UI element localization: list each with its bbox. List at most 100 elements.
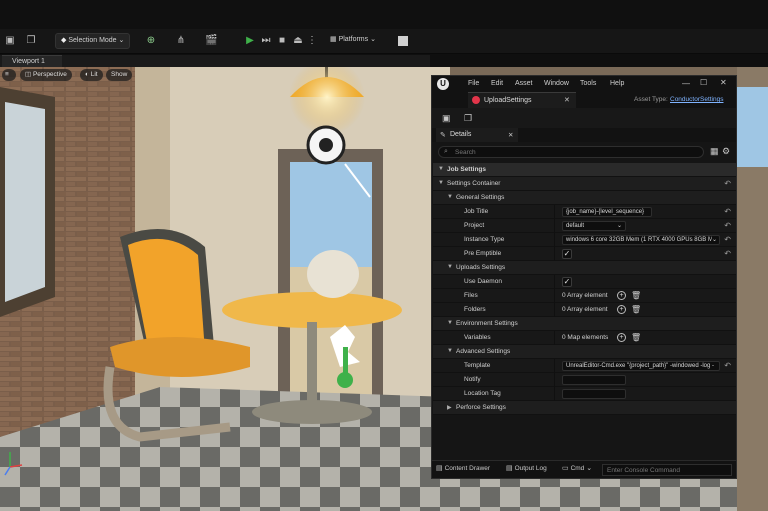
reset-icon[interactable]: ↶	[724, 361, 731, 370]
column-divider	[554, 205, 555, 219]
show-label: Show	[111, 71, 128, 78]
play-icon[interactable]: ▶	[244, 35, 256, 47]
use-daemon-row: Use Daemon ✓	[433, 275, 736, 289]
template-field[interactable]: UnrealEditor-Cmd.exe "{project_path}" -w…	[562, 361, 720, 371]
perspective-button[interactable]: ◫ Perspective	[20, 69, 72, 81]
settings-container-row[interactable]: ▼ Settings Container ↶	[433, 177, 736, 191]
project-dropdown[interactable]: default ⌄	[562, 221, 626, 231]
platforms-dropdown[interactable]: ▦ Platforms ⌄	[325, 33, 385, 49]
reset-icon[interactable]: ↶	[724, 235, 731, 244]
status-bar: ▤ Content Drawer ▤ Output Log ▭ Cmd ⌄ En…	[432, 460, 736, 478]
location-tag-label: Location Tag	[464, 390, 501, 397]
pre-emptible-checkbox[interactable]: ✓	[562, 249, 572, 259]
maximize-icon[interactable]: ☐	[700, 78, 707, 87]
notify-row: Notify	[433, 373, 736, 387]
menu-asset[interactable]: Asset	[515, 80, 533, 87]
terminal-icon: ▭	[562, 465, 571, 472]
cmd-dropdown[interactable]: ▭ Cmd ⌄	[562, 464, 592, 476]
reset-icon[interactable]: ↶	[724, 221, 731, 230]
content-icon[interactable]: ❐	[25, 35, 37, 47]
add-actor-icon[interactable]: ⊕	[145, 35, 157, 47]
menu-window[interactable]: Window	[544, 80, 569, 87]
column-divider	[554, 331, 555, 345]
show-button[interactable]: Show	[106, 69, 133, 81]
checkmark-icon: ✓	[563, 277, 571, 286]
checkmark-icon: ✓	[563, 249, 571, 258]
notify-field[interactable]	[562, 375, 626, 385]
instance-type-dropdown[interactable]: windows 6 core 32GB Mem (1 RTX 4000 GPUs…	[562, 235, 720, 245]
reset-icon[interactable]: ↶	[724, 207, 731, 216]
menu-help[interactable]: Help	[610, 80, 624, 87]
details-tab[interactable]: ✎ Details ✕	[436, 128, 518, 142]
environment-settings-row[interactable]: ▼ Environment Settings	[433, 317, 736, 331]
content-drawer-button[interactable]: ▤ Content Drawer	[436, 464, 490, 476]
viewport-tab[interactable]: Viewport 1	[2, 55, 62, 67]
details-tab-label: Details	[450, 131, 472, 138]
viewport-menu-button[interactable]: ≡	[2, 69, 16, 81]
step-icon[interactable]: ⏭	[260, 35, 272, 47]
files-value: 0 Array element	[562, 292, 608, 299]
blueprint-icon[interactable]: ⋔	[175, 35, 187, 47]
close-window-icon[interactable]: ✕	[720, 78, 727, 87]
console-input[interactable]: Enter Console Command	[602, 464, 732, 476]
search-input[interactable]: ⌕ Search	[438, 146, 704, 158]
search-placeholder: Search	[455, 149, 476, 156]
minimize-icon[interactable]: —	[682, 79, 690, 88]
settings-square-icon[interactable]	[398, 36, 408, 46]
uploads-settings-row[interactable]: ▼ Uploads Settings	[433, 261, 736, 275]
asset-type-link[interactable]: ConductorSettings	[670, 96, 723, 103]
window-menu-bar: U File Edit Asset Window Tools Help — ☐ …	[432, 76, 736, 92]
job-title-field[interactable]: {job_name}-{level_sequence}	[562, 207, 652, 217]
content-drawer-icon: ▤	[436, 465, 445, 472]
output-log-button[interactable]: ▤ Output Log	[506, 464, 547, 476]
content-drawer-label: Content Drawer	[444, 465, 491, 472]
pre-emptible-label: Pre Emptible	[464, 250, 502, 257]
details-icon: ✎	[440, 132, 446, 139]
lit-button[interactable]: ◐ Lit	[80, 69, 103, 81]
add-element-icon[interactable]: +	[617, 333, 626, 342]
reset-icon[interactable]: ↶	[724, 249, 731, 258]
details-tab-row: ✎ Details ✕	[432, 128, 736, 142]
menu-edit[interactable]: Edit	[491, 80, 503, 87]
stop-icon[interactable]: ■	[276, 35, 288, 47]
add-element-icon[interactable]: +	[617, 305, 626, 314]
chevron-down-icon: ▼	[447, 348, 453, 354]
upload-settings-window: U File Edit Asset Window Tools Help — ☐ …	[431, 75, 737, 479]
chevron-down-icon: ⌄	[116, 37, 125, 44]
reset-icon[interactable]: ↶	[724, 179, 731, 188]
trash-icon[interactable]: 🗑	[631, 291, 641, 300]
menu-tools[interactable]: Tools	[580, 80, 596, 87]
chevron-down-icon: ⌄	[368, 36, 376, 43]
eject-icon[interactable]: ⏏	[292, 35, 304, 47]
selection-mode-label: Selection Mode	[68, 37, 117, 44]
variables-value: 0 Map elements	[562, 334, 609, 341]
console-placeholder: Enter Console Command	[607, 467, 680, 474]
advanced-settings-row[interactable]: ▼ Advanced Settings	[433, 345, 736, 359]
use-daemon-checkbox[interactable]: ✓	[562, 277, 572, 287]
perforce-settings-row[interactable]: ▶ Perforce Settings	[433, 401, 736, 415]
viewport-tab-label: Viewport 1	[12, 58, 45, 65]
save-asset-icon[interactable]: ▣	[442, 113, 451, 124]
table-view-icon[interactable]: ▦	[710, 146, 719, 157]
save-icon[interactable]: ▣	[4, 35, 16, 47]
menu-file[interactable]: File	[468, 80, 479, 87]
general-settings-row[interactable]: ▼ General Settings	[433, 191, 736, 205]
files-label: Files	[464, 292, 478, 299]
close-details-icon[interactable]: ✕	[508, 131, 513, 139]
trash-icon[interactable]: 🗑	[631, 305, 641, 314]
sequencer-icon[interactable]: 🎬	[205, 35, 217, 47]
selection-mode-dropdown[interactable]: ◆ Selection Mode ⌄	[55, 33, 130, 49]
perspective-label: Perspective	[32, 71, 67, 78]
location-tag-field[interactable]	[562, 389, 626, 399]
asset-type-label: Asset Type:	[634, 96, 668, 103]
folders-value: 0 Array element	[562, 306, 608, 313]
gear-icon[interactable]: ⚙	[722, 146, 730, 157]
trash-icon[interactable]: 🗑	[631, 333, 641, 342]
job-settings-category[interactable]: ▼ Job Settings	[433, 163, 736, 177]
browse-asset-icon[interactable]: ❐	[464, 113, 472, 124]
close-tab-icon[interactable]: ✕	[564, 96, 570, 104]
more-options-icon[interactable]: ⋮	[306, 35, 318, 47]
add-element-icon[interactable]: +	[617, 291, 626, 300]
upload-settings-tab[interactable]: UploadSettings ✕	[468, 92, 576, 108]
job-settings-label: Job Settings	[447, 166, 487, 173]
